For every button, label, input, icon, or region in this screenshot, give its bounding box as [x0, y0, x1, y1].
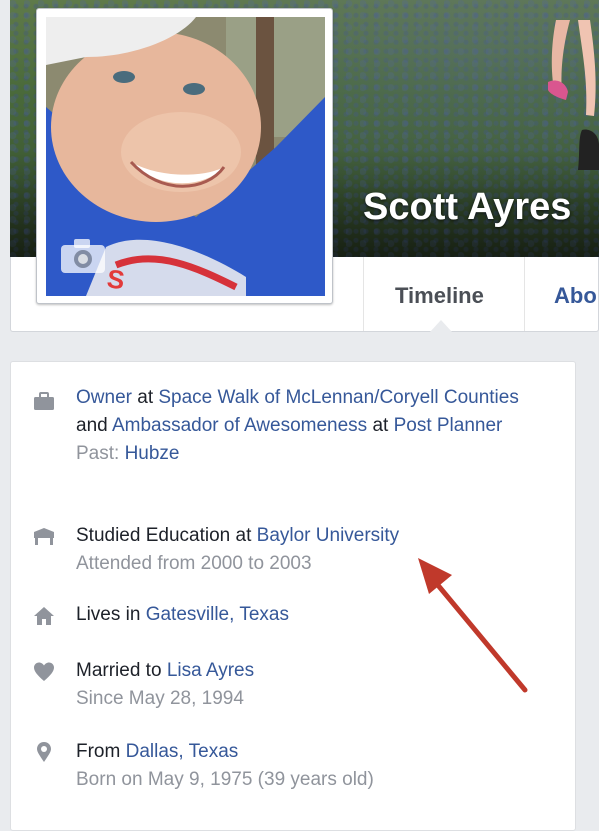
camera-icon[interactable]: [59, 235, 107, 275]
tab-about[interactable]: Abo: [554, 283, 597, 309]
past-company-link[interactable]: Hubze: [125, 443, 180, 464]
work-text: at: [367, 415, 394, 436]
work-text: and: [76, 415, 112, 436]
graduation-cap-icon: [34, 528, 54, 545]
education-detail: Attended from 2000 to 2003: [76, 553, 312, 574]
hometown-text: From: [76, 741, 126, 762]
tab-timeline[interactable]: Timeline: [395, 283, 484, 309]
relationship-entry: Married to Lisa Ayres Since May 28, 1994: [76, 657, 546, 713]
past-label: Past:: [76, 443, 125, 464]
work-text: at: [131, 387, 159, 408]
work-company2-link[interactable]: Post Planner: [394, 415, 503, 436]
active-tab-indicator: [430, 320, 452, 332]
relationship-text: Married to: [76, 660, 167, 681]
nav-divider: [363, 257, 364, 331]
current-city-link[interactable]: Gatesville, Texas: [146, 604, 289, 625]
work-entry: Owner at Space Walk of McLennan/Coryell …: [76, 384, 546, 468]
hometown-link[interactable]: Dallas, Texas: [126, 741, 239, 762]
house-icon: [34, 607, 54, 625]
work-role-link[interactable]: Owner: [76, 387, 132, 408]
work-role2-link[interactable]: Ambassador of Awesomeness: [112, 415, 367, 436]
relationship-detail: Since May 28, 1994: [76, 688, 244, 709]
school-link[interactable]: Baylor University: [257, 525, 400, 546]
hometown-entry: From Dallas, Texas Born on May 9, 1975 (…: [76, 738, 546, 794]
briefcase-icon: [34, 392, 54, 410]
work-company-link[interactable]: Space Walk of McLennan/Coryell Counties: [158, 387, 518, 408]
lives-text: Lives in: [76, 604, 146, 625]
nav-divider: [524, 257, 525, 331]
spouse-link[interactable]: Lisa Ayres: [167, 660, 254, 681]
education-entry: Studied Education at Baylor University A…: [76, 522, 546, 578]
education-text: Studied Education at: [76, 525, 257, 546]
intro-card: Owner at Space Walk of McLennan/Coryell …: [10, 361, 576, 831]
profile-picture-frame[interactable]: S: [36, 8, 333, 304]
profile-name[interactable]: Scott Ayres: [363, 186, 571, 229]
birthday-detail: Born on May 9, 1975 (39 years old): [76, 769, 374, 790]
heart-icon: [34, 662, 54, 681]
map-pin-icon: [37, 742, 51, 762]
cover-photo-person-legs: [548, 20, 599, 170]
lives-entry: Lives in Gatesville, Texas: [76, 601, 546, 629]
